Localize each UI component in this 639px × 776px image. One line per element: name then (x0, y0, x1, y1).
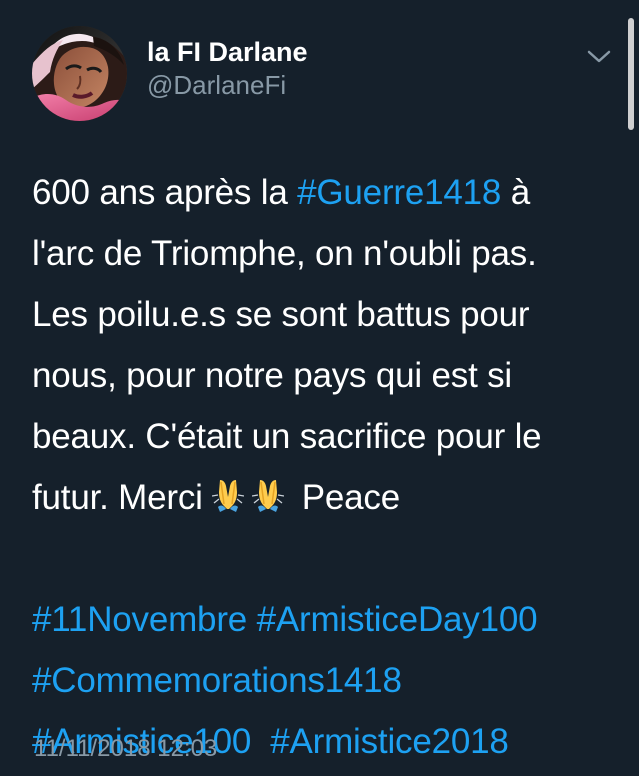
text-segment: à (501, 173, 530, 212)
tweet-line-6: futur. Merci Peace (32, 467, 612, 528)
tweet-line-1: 600 ans après la #Guerre1418 à (32, 162, 612, 223)
chevron-down-icon[interactable] (585, 46, 613, 66)
text-segment: Peace (292, 478, 400, 517)
text-segment: 600 ans après la (32, 173, 298, 212)
folded-hands-emoji-2 (252, 476, 285, 514)
hashtag-commemorations1418[interactable]: #Commemorations1418 (32, 661, 402, 700)
tweet-line-5: beaux. C'était un sacrifice pour le (32, 417, 542, 456)
display-name[interactable]: la FI Darlane (147, 36, 308, 68)
user-handle[interactable]: @DarlaneFi (147, 70, 308, 100)
folded-hands-emoji (212, 476, 245, 514)
scrollbar[interactable] (628, 18, 634, 130)
hashtag-guerre1418[interactable]: #Guerre1418 (297, 173, 501, 212)
timestamp[interactable]: 11/11/2018 12:03 (34, 735, 217, 763)
hashtag-armisticeday100[interactable]: #ArmisticeDay100 (257, 600, 538, 639)
tweet-line-3: Les poilu.e.s se sont battus pour (32, 295, 530, 334)
avatar[interactable] (32, 26, 127, 121)
tweet-line-2: l'arc de Triomphe, on n'oubli pas. (32, 234, 537, 273)
hashtag-line-1: #11Novembre #ArmisticeDay100 (32, 589, 612, 650)
tweet-header: la FI Darlane @DarlaneFi (32, 26, 622, 122)
tweet-line-4: nous, pour notre pays qui est si (32, 356, 512, 395)
hashtag-11novembre[interactable]: #11Novembre (32, 600, 247, 639)
hashtag-line-2: #Commemorations1418 (32, 650, 612, 711)
author-info[interactable]: la FI Darlane @DarlaneFi (147, 36, 308, 100)
text-segment: futur. Merci (32, 478, 213, 517)
tweet-text: 600 ans après la #Guerre1418 à l'arc de … (32, 162, 612, 772)
tweet-card: la FI Darlane @DarlaneFi 600 ans après l… (0, 0, 639, 776)
hashtag-armistice2018[interactable]: #Armistice2018 (270, 722, 509, 761)
